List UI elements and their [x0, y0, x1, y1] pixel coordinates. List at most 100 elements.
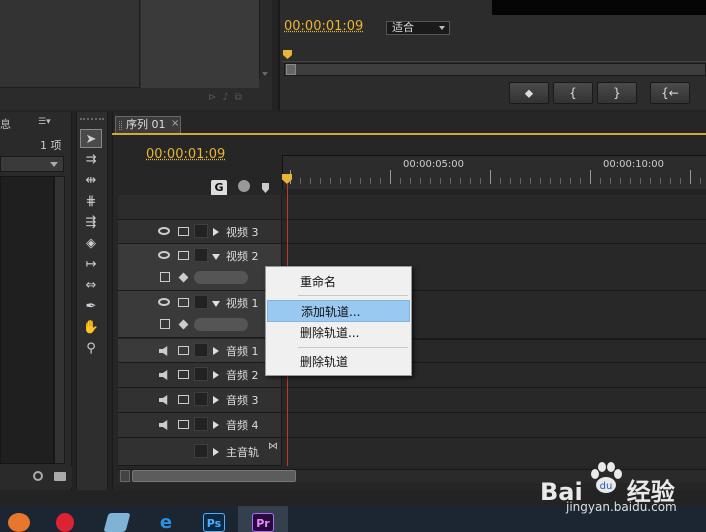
track-header-video-2[interactable]: 视频 2: [118, 244, 282, 291]
edge-icon[interactable]: e: [155, 513, 177, 532]
new-bin-icon[interactable]: [54, 472, 66, 481]
mark-in-button[interactable]: {: [553, 82, 593, 104]
sync-lock-icon[interactable]: [178, 420, 189, 429]
tools-panel-grip[interactable]: [80, 118, 104, 124]
rolling-edit-tool-icon[interactable]: ⋕: [80, 192, 102, 211]
expand-icon[interactable]: [213, 421, 219, 429]
track-header-master[interactable]: 主音轨 ⋈: [118, 438, 282, 466]
expand-icon[interactable]: [213, 396, 219, 404]
ruler-tick: [380, 178, 381, 184]
menu-item-delete-tracks-dialog[interactable]: 删除轨道...: [267, 322, 410, 344]
expand-icon[interactable]: [213, 448, 219, 456]
lock-toggle[interactable]: [194, 343, 208, 357]
display-style-icon[interactable]: [160, 319, 170, 329]
ruler-tick: [680, 178, 681, 184]
ruler-tick: [420, 178, 421, 184]
lock-toggle[interactable]: [194, 367, 208, 381]
snap-icon[interactable]: G: [211, 180, 227, 196]
menu-item-add-tracks[interactable]: 添加轨道...: [267, 300, 410, 322]
project-filter-dropdown[interactable]: [0, 156, 64, 172]
track-header-video-1[interactable]: 视频 1: [118, 291, 282, 338]
rate-stretch-tool-icon[interactable]: ⇶: [80, 213, 102, 232]
track-header-audio-1[interactable]: 音频 1: [118, 339, 282, 363]
sync-lock-icon[interactable]: [178, 346, 189, 355]
mark-out-button[interactable]: }: [597, 82, 637, 104]
program-zoom-scrollbar[interactable]: [284, 63, 706, 76]
project-item-list[interactable]: [0, 176, 54, 464]
track-header-video-3[interactable]: 视频 3: [118, 220, 282, 244]
photoshop-icon[interactable]: Ps: [203, 513, 225, 532]
baidu-paw-icon: du: [591, 462, 622, 493]
project-list-scrollbar[interactable]: [54, 176, 65, 464]
keyframe-icon[interactable]: [178, 272, 189, 283]
source-monitor-scrollbar[interactable]: [259, 0, 270, 78]
speaker-icon[interactable]: [159, 395, 168, 405]
lock-toggle[interactable]: [194, 224, 208, 238]
menu-item-rename[interactable]: 重命名: [267, 271, 410, 293]
sync-lock-icon[interactable]: [178, 227, 189, 236]
track-header-audio-2[interactable]: 音频 2: [118, 363, 282, 388]
sync-lock-icon[interactable]: [178, 298, 189, 307]
search-icon[interactable]: [33, 471, 43, 481]
close-icon[interactable]: ×: [171, 118, 179, 129]
track-header-audio-3[interactable]: 音频 3: [118, 388, 282, 413]
collapse-icon[interactable]: [212, 254, 220, 260]
ripple-edit-tool-icon[interactable]: ⇹: [80, 171, 102, 190]
collapse-icon[interactable]: [212, 301, 220, 307]
sync-lock-icon[interactable]: [178, 370, 189, 379]
lock-toggle[interactable]: [194, 295, 208, 309]
ruler-tick: [480, 178, 481, 184]
program-time-ruler[interactable]: [282, 46, 706, 62]
expand-icon[interactable]: [213, 371, 219, 379]
lock-toggle[interactable]: [194, 248, 208, 262]
premiere-icon[interactable]: Pr: [252, 513, 274, 532]
add-marker-button[interactable]: ⬥: [509, 82, 549, 104]
qq-icon[interactable]: [56, 513, 74, 532]
sync-lock-icon[interactable]: [178, 251, 189, 260]
ruler-tick: [570, 178, 571, 184]
speaker-icon[interactable]: [159, 420, 168, 430]
ruler-tick: [610, 178, 611, 184]
track-select-tool-icon[interactable]: ⇉: [80, 150, 102, 169]
firefox-icon[interactable]: [8, 513, 30, 532]
razor-tool-icon[interactable]: ◈: [80, 234, 102, 253]
speaker-icon[interactable]: [159, 346, 168, 356]
eye-icon[interactable]: [158, 227, 170, 235]
lock-toggle[interactable]: [194, 444, 208, 458]
program-scroll-thumb[interactable]: [286, 64, 296, 75]
project-tab-label[interactable]: 息: [0, 116, 11, 132]
keyframe-navigator[interactable]: [194, 318, 248, 331]
expand-icon[interactable]: [213, 347, 219, 355]
menu-item-delete-track[interactable]: 删除轨道: [267, 351, 410, 373]
hand-tool-icon[interactable]: ✋: [80, 318, 102, 337]
program-timecode[interactable]: 00:00:01:09: [284, 19, 363, 34]
ruler-tick: [640, 178, 641, 184]
master-bowtie-icon: ⋈: [268, 441, 278, 452]
timeline-scroll-thumb[interactable]: [132, 470, 296, 482]
set-encore-marker-icon[interactable]: [238, 180, 250, 192]
pen-tool-icon[interactable]: ✒: [80, 297, 102, 316]
lock-toggle[interactable]: [194, 417, 208, 431]
keyframe-navigator[interactable]: [194, 271, 248, 284]
sequence-timecode[interactable]: 00:00:01:09: [146, 147, 225, 162]
display-style-icon[interactable]: [160, 272, 170, 282]
menu-separator: [298, 295, 408, 296]
eye-icon[interactable]: [158, 251, 170, 259]
ruler-tick: [690, 170, 691, 184]
expand-icon[interactable]: [213, 228, 219, 236]
scrollbar-end-handle[interactable]: [120, 470, 130, 482]
fit-dropdown[interactable]: 适合: [386, 21, 450, 35]
panel-menu-icon[interactable]: ☰▾: [38, 117, 60, 129]
slip-tool-icon[interactable]: ↦: [80, 255, 102, 274]
sync-lock-icon[interactable]: [178, 395, 189, 404]
lock-toggle[interactable]: [194, 392, 208, 406]
speaker-icon[interactable]: [159, 370, 168, 380]
eye-icon[interactable]: [158, 298, 170, 306]
go-to-in-button[interactable]: {←: [650, 82, 690, 104]
selection-tool-icon[interactable]: ➤: [80, 129, 102, 148]
slide-tool-icon[interactable]: ⇔: [80, 276, 102, 295]
keyframe-icon[interactable]: [178, 319, 189, 330]
track-header-audio-4[interactable]: 音频 4: [118, 413, 282, 438]
zoom-tool-icon[interactable]: ⚲: [80, 339, 102, 358]
ruler-tick: [340, 178, 341, 184]
